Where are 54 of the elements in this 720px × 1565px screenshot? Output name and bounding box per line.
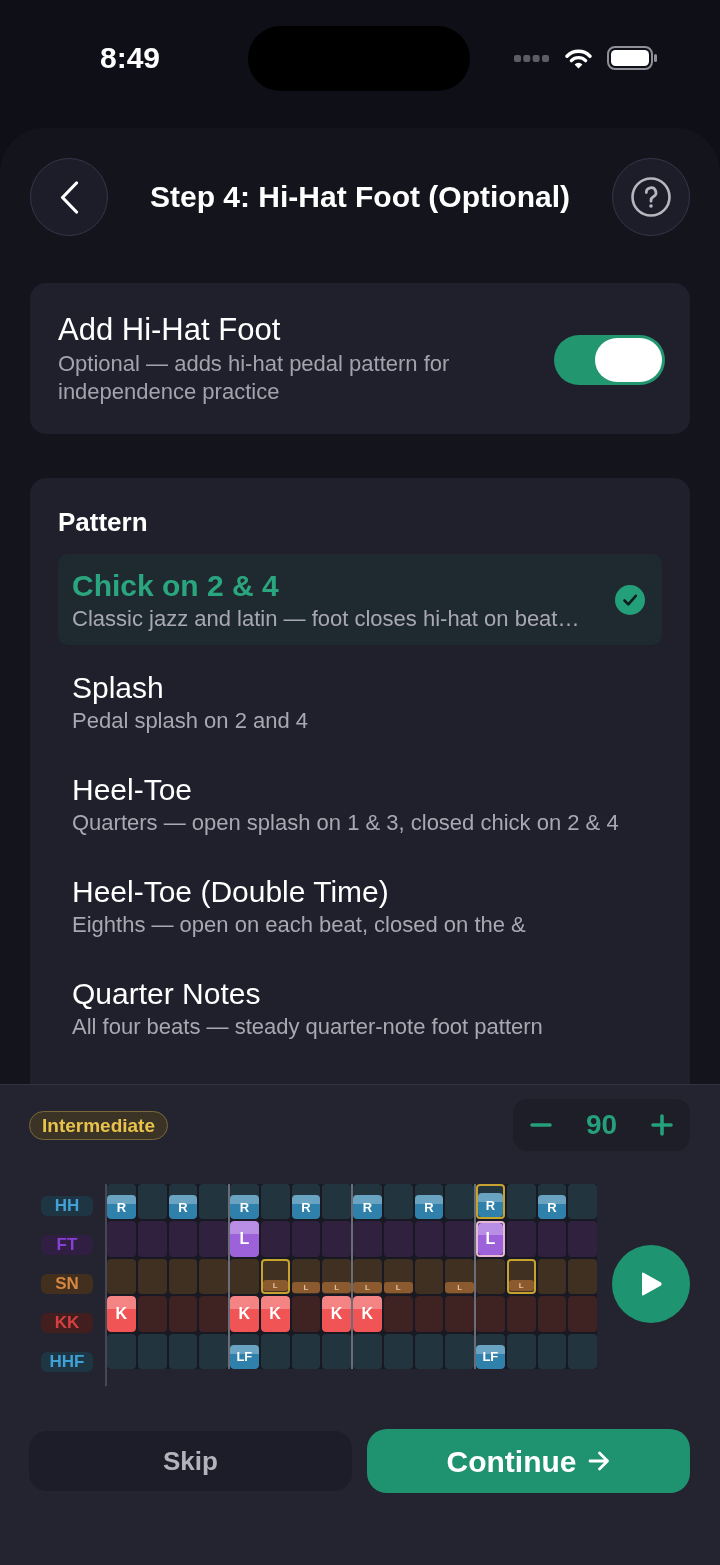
cymbal-note: LF <box>230 1344 259 1369</box>
arrow-right-icon <box>588 1451 611 1471</box>
battery-icon <box>607 46 657 70</box>
toggle-title: Add Hi-Hat Foot <box>58 313 282 347</box>
pattern-option[interactable]: Heel-Toe Quarters — open splash on 1 & 3, closed chick on 2 & 4 <box>58 758 662 849</box>
drum-note: K <box>260 1296 290 1332</box>
drum-note: L <box>230 1221 259 1257</box>
minus-icon <box>530 1123 552 1127</box>
difficulty-badge: Intermediate <box>29 1110 168 1140</box>
pattern-option[interactable]: Chick on 2 & 4 Classic jazz and latin — foot closes hi-hat on beat… <box>58 554 662 645</box>
pattern-option[interactable]: Quarter Notes All four beats — steady quarter-note foot pattern <box>58 962 662 1053</box>
drum-note: K <box>230 1296 259 1332</box>
ghost-note: L <box>383 1282 413 1294</box>
track-label: HH <box>41 1196 93 1216</box>
skip-button[interactable]: Skip <box>29 1431 352 1491</box>
ghost-note: L <box>353 1282 382 1294</box>
status-time: 8:49 <box>100 40 162 76</box>
cymbal-note: R <box>291 1195 321 1220</box>
cymbal-note: R <box>353 1195 382 1220</box>
cymbal-note: R <box>168 1195 198 1220</box>
track-label: FT <box>41 1235 93 1255</box>
cymbal-note: R <box>414 1195 444 1220</box>
drum-note: K <box>353 1296 382 1332</box>
track-label: HHF <box>41 1352 93 1372</box>
ghost-note: L <box>262 1280 288 1292</box>
chevron-left-icon <box>59 180 79 214</box>
cymbal-note: LF <box>476 1344 505 1369</box>
help-icon <box>631 177 671 217</box>
ghost-note: L <box>445 1282 474 1294</box>
drum-note: K <box>107 1296 136 1332</box>
cymbal-note: R <box>230 1195 259 1220</box>
cymbal-note: R <box>478 1193 503 1218</box>
checkmark-icon <box>615 584 645 615</box>
ghost-note: L <box>322 1282 351 1294</box>
tempo-value: 90 <box>585 1109 618 1141</box>
wifi-icon <box>565 47 592 69</box>
pattern-heading: Pattern <box>58 508 149 536</box>
cymbal-note: R <box>107 1195 136 1220</box>
track-label: SN <box>41 1274 93 1294</box>
ghost-note: L <box>291 1282 321 1294</box>
pattern-option[interactable]: Splash Pedal splash on 2 and 4 <box>58 656 662 747</box>
play-icon <box>639 1271 663 1297</box>
track-label: KK <box>41 1313 93 1333</box>
drum-note: L <box>478 1223 503 1255</box>
toggle-switch[interactable] <box>554 334 665 385</box>
drum-note: K <box>322 1296 351 1332</box>
cymbal-note: R <box>537 1195 567 1220</box>
signal-icon <box>514 54 549 62</box>
toggle-description: Optional — adds hi-hat pedal pattern for independence practice <box>58 350 451 406</box>
screen-title: Step 4: Hi-Hat Foot (Optional) <box>150 179 570 215</box>
pattern-option[interactable]: Heel-Toe (Double Time) Eighths — open on each beat, closed on the & <box>58 860 662 951</box>
ghost-note: L <box>508 1280 534 1292</box>
continue-button[interactable]: Continue <box>367 1429 690 1493</box>
plus-icon <box>651 1114 673 1136</box>
